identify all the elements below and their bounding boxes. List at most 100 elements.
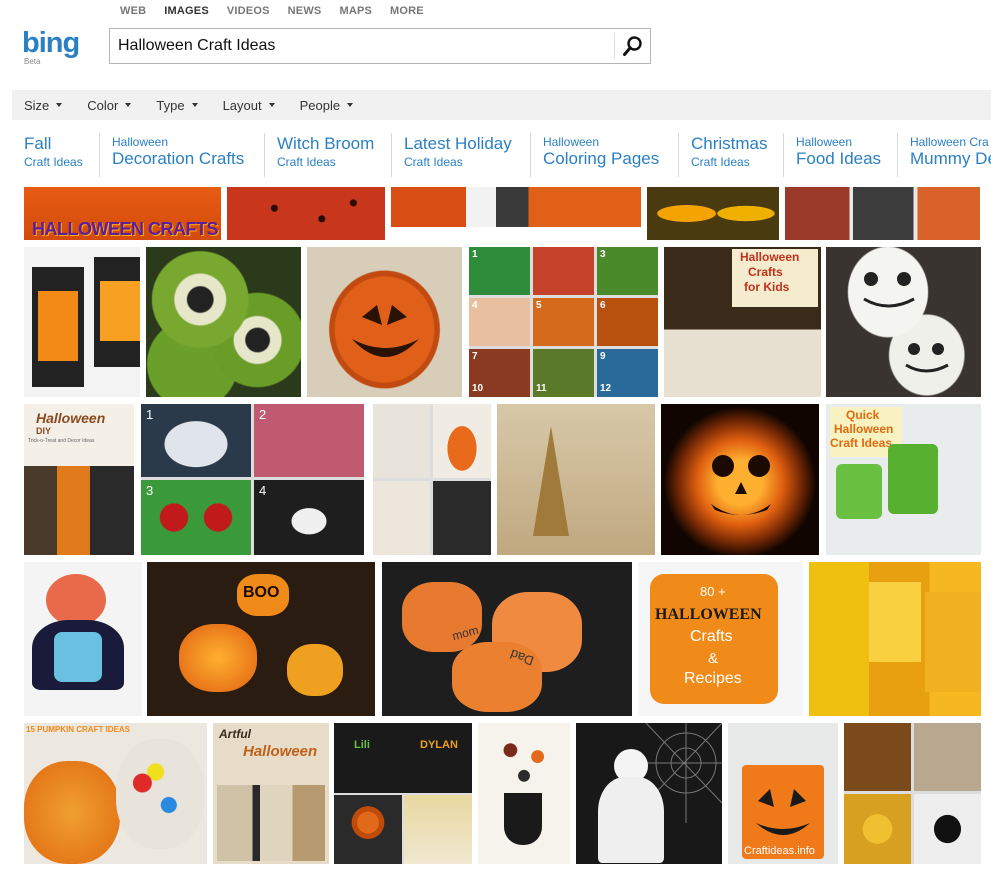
thumb-caption: Trick-o-Treat and Decor Ideas bbox=[28, 438, 95, 444]
image-result[interactable] bbox=[497, 404, 655, 555]
thumb-caption: Craftideas.info bbox=[744, 845, 815, 857]
jar-shape bbox=[836, 464, 882, 519]
collage-tile bbox=[469, 247, 530, 295]
image-result[interactable] bbox=[146, 247, 301, 397]
collage-tile bbox=[597, 298, 658, 346]
scope-nav: WEB IMAGES VIDEOS NEWS MAPS MORE bbox=[120, 5, 442, 19]
image-result[interactable] bbox=[647, 187, 779, 240]
tile-number: 7 bbox=[472, 351, 478, 362]
search-button[interactable] bbox=[616, 29, 650, 63]
related-halloween-decoration-crafts[interactable]: Halloween Decoration Crafts bbox=[99, 133, 254, 177]
search-divider bbox=[614, 33, 615, 59]
search-input[interactable] bbox=[118, 29, 608, 63]
thumb-caption: Halloween bbox=[243, 743, 318, 760]
scope-web[interactable]: WEB bbox=[120, 5, 146, 19]
image-result[interactable]: 1 3 4 5 6 7 9 10 11 12 bbox=[469, 247, 658, 397]
tile-number: 12 bbox=[600, 383, 612, 394]
collage-tile bbox=[334, 723, 472, 793]
filter-type[interactable]: Type bbox=[156, 97, 198, 113]
image-result[interactable] bbox=[809, 562, 981, 716]
image-result[interactable] bbox=[307, 247, 462, 397]
image-result[interactable]: HALLOWEEN CRAFTS bbox=[24, 187, 221, 240]
image-result[interactable]: Quick Halloween Craft Ideas bbox=[826, 404, 981, 555]
related-label-bottom: Food Ideas bbox=[796, 149, 882, 168]
caret-down-icon bbox=[56, 103, 63, 107]
ghost-shape bbox=[598, 777, 664, 863]
thumb-caption: HALLOWEEN CRAFTS bbox=[32, 219, 218, 239]
related-halloween-mummy-decorations[interactable]: Halloween Cra Mummy De bbox=[897, 133, 991, 177]
related-halloween-coloring-pages[interactable]: Halloween Coloring Pages bbox=[530, 133, 669, 177]
search-icon bbox=[623, 36, 642, 56]
image-result[interactable]: Halloween DIY Trick-o-Treat and Decor Id… bbox=[24, 404, 134, 555]
scope-videos[interactable]: VIDEOS bbox=[227, 5, 270, 19]
tile-number: 1 bbox=[146, 407, 154, 422]
bing-logo[interactable]: bing Beta bbox=[22, 28, 100, 68]
thumb-caption: for Kids bbox=[744, 280, 790, 294]
image-result[interactable] bbox=[227, 187, 385, 240]
filter-color-label: Color bbox=[87, 97, 119, 113]
logo-beta-label: Beta bbox=[24, 57, 41, 66]
related-halloween-food-ideas[interactable]: Halloween Food Ideas bbox=[783, 133, 891, 177]
image-result[interactable]: Lili DYLAN bbox=[334, 723, 472, 864]
scope-news[interactable]: NEWS bbox=[288, 5, 322, 19]
related-label-bottom: Mummy De bbox=[910, 149, 991, 168]
search-box bbox=[109, 28, 651, 64]
thumb-caption: Craft Ideas bbox=[830, 436, 893, 450]
collage-tile bbox=[217, 785, 325, 861]
image-result[interactable] bbox=[785, 187, 980, 240]
paper-pumpkin-shape bbox=[402, 582, 482, 652]
image-result[interactable]: 15 PUMPKIN CRAFT IDEAS bbox=[24, 723, 207, 864]
tile-number: 5 bbox=[536, 300, 542, 311]
collage-tile bbox=[914, 794, 981, 864]
pumpkin-shape bbox=[24, 761, 120, 864]
collage-tile bbox=[533, 247, 594, 295]
tile-number: 4 bbox=[472, 300, 478, 311]
collage-tile bbox=[141, 404, 251, 477]
image-result[interactable]: Artful Halloween bbox=[213, 723, 329, 864]
image-result[interactable] bbox=[826, 247, 981, 397]
related-witch-broom-craft-ideas[interactable]: Witch Broom Craft Ideas bbox=[264, 133, 384, 177]
image-result[interactable] bbox=[24, 247, 140, 397]
filter-people[interactable]: People bbox=[300, 98, 354, 113]
lantern-shape bbox=[38, 291, 78, 361]
related-latest-holiday-craft-ideas[interactable]: Latest Holiday Craft Ideas bbox=[391, 133, 522, 177]
image-result[interactable]: mom Dad bbox=[382, 562, 632, 716]
image-result[interactable]: Halloween Crafts for Kids bbox=[664, 247, 821, 397]
thumb-caption: BOO bbox=[243, 584, 280, 601]
thumb-caption: HALLOWEEN bbox=[655, 606, 762, 623]
image-result[interactable] bbox=[24, 562, 142, 716]
filter-color[interactable]: Color bbox=[87, 97, 132, 113]
related-label-bottom: Craft Ideas bbox=[404, 155, 463, 169]
collage-tile bbox=[914, 723, 981, 791]
image-result[interactable]: BOO bbox=[147, 562, 375, 716]
filter-size-label: Size bbox=[24, 97, 50, 113]
image-result[interactable] bbox=[373, 404, 491, 555]
lantern-shape bbox=[100, 281, 140, 341]
jack-o-lantern-face bbox=[711, 455, 771, 515]
scope-images[interactable]: IMAGES bbox=[164, 5, 209, 19]
image-result[interactable] bbox=[844, 723, 981, 864]
thumb-caption: Halloween bbox=[36, 410, 106, 426]
image-result[interactable]: 1 2 3 4 bbox=[141, 404, 364, 555]
tile-number: 11 bbox=[536, 383, 547, 394]
image-result[interactable] bbox=[576, 723, 722, 864]
collage-tile bbox=[373, 404, 430, 478]
caret-down-icon bbox=[191, 103, 198, 107]
scope-maps[interactable]: MAPS bbox=[339, 5, 372, 19]
scope-more[interactable]: MORE bbox=[390, 5, 424, 19]
collage-tile bbox=[533, 298, 594, 346]
related-label-top: Halloween bbox=[112, 135, 169, 149]
filter-layout[interactable]: Layout bbox=[223, 98, 275, 113]
filter-size[interactable]: Size bbox=[24, 97, 63, 113]
filter-type-label: Type bbox=[156, 97, 185, 113]
image-result[interactable] bbox=[661, 404, 819, 555]
related-label-top: Witch Broom bbox=[277, 134, 375, 153]
image-result[interactable] bbox=[478, 723, 570, 864]
image-result[interactable] bbox=[391, 187, 641, 227]
related-label-top: Christmas bbox=[691, 134, 768, 153]
thumb-caption: 15 PUMPKIN CRAFT IDEAS bbox=[26, 725, 131, 734]
image-result[interactable]: 80 + HALLOWEEN Crafts & Recipes bbox=[638, 562, 803, 716]
related-fall-craft-ideas[interactable]: Fall Craft Ideas bbox=[12, 133, 93, 177]
related-christmas-craft-ideas[interactable]: Christmas Craft Ideas bbox=[678, 133, 778, 177]
image-result[interactable]: Craftideas.info bbox=[728, 723, 838, 864]
